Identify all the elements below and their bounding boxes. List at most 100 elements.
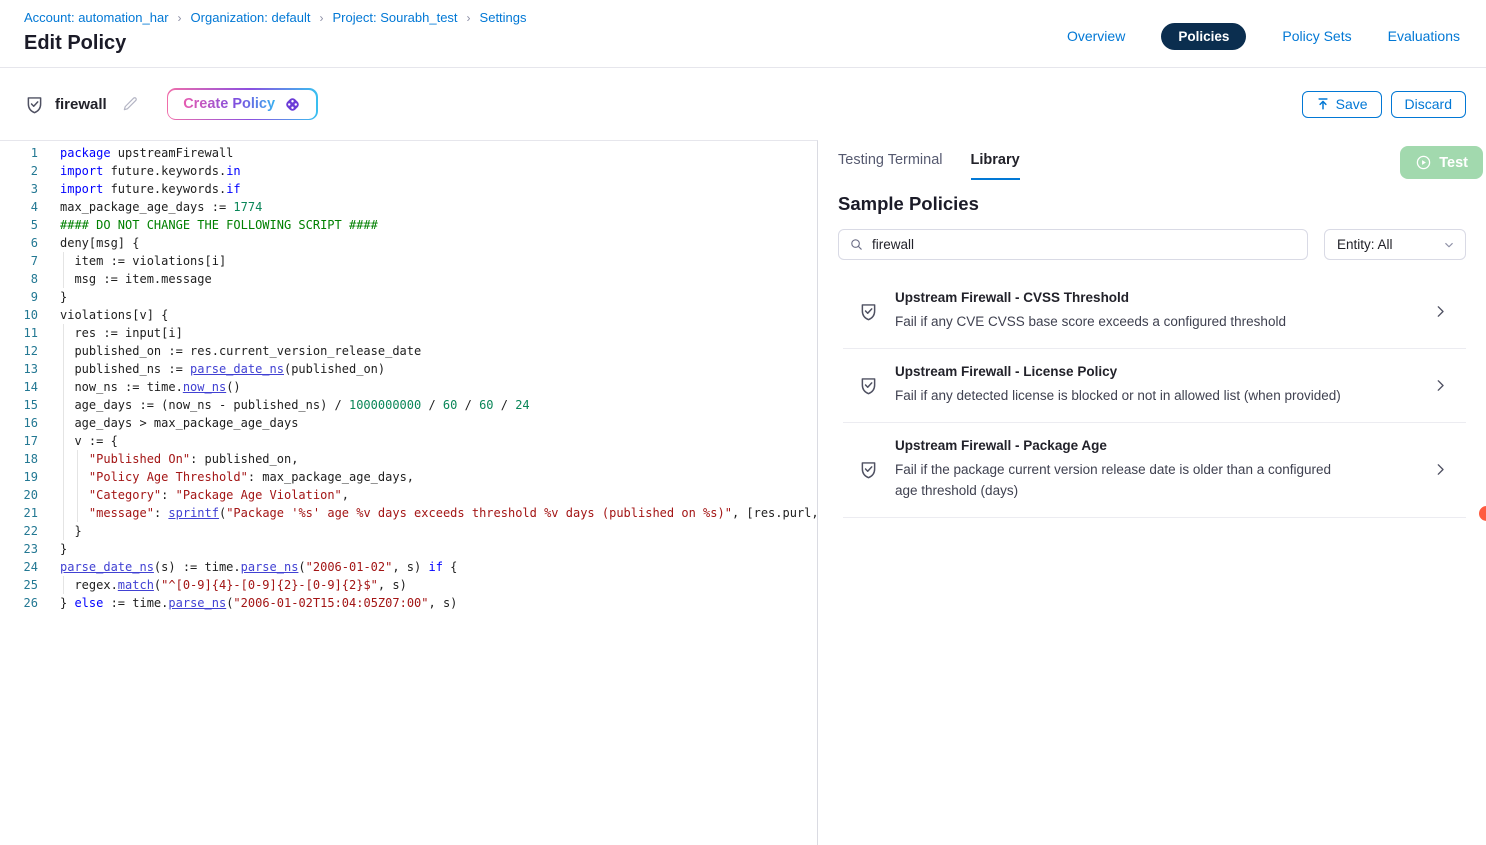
line-number: 10 xyxy=(0,306,38,324)
indent-guide xyxy=(77,468,78,486)
edit-pencil-icon[interactable] xyxy=(121,95,139,113)
policy-title: Upstream Firewall - License Policy xyxy=(895,364,1433,379)
code-line: 14 now_ns := time.now_ns() xyxy=(0,378,817,396)
policy-list-item[interactable]: Upstream Firewall - Package Age Fail if … xyxy=(838,423,1466,517)
search-input[interactable] xyxy=(872,237,1297,252)
aida-clover-icon xyxy=(284,96,301,113)
policy-shield-icon xyxy=(858,375,879,396)
notification-widget[interactable] xyxy=(1479,506,1486,521)
breadcrumb-separator: › xyxy=(178,11,182,25)
panel-tabs: Testing Terminal Library xyxy=(838,152,1466,180)
toolbar-left: firewall Create Policy xyxy=(24,88,318,120)
main-content: 1package upstreamFirewall2import future.… xyxy=(0,140,1486,845)
test-button[interactable]: Test xyxy=(1400,146,1483,179)
create-policy-button[interactable]: Create Policy xyxy=(167,88,318,120)
code-line: 13 published_ns := parse_date_ns(publish… xyxy=(0,360,817,378)
policy-description: Fail if the package current version rele… xyxy=(895,460,1350,502)
policy-title: Upstream Firewall - Package Age xyxy=(895,438,1433,453)
code-line: 24parse_date_ns(s) := time.parse_ns("200… xyxy=(0,558,817,576)
line-number: 2 xyxy=(0,162,38,180)
sample-policies-heading: Sample Policies xyxy=(838,193,1466,215)
indent-guide xyxy=(63,342,64,360)
breadcrumb-project[interactable]: Project: Sourabh_test xyxy=(333,10,458,25)
line-number: 20 xyxy=(0,486,38,504)
indent-guide xyxy=(63,270,64,288)
nav-overview[interactable]: Overview xyxy=(1067,28,1125,44)
indent-guide xyxy=(63,378,64,396)
indent-guide xyxy=(77,504,78,522)
code-line: 12 published_on := res.current_version_r… xyxy=(0,342,817,360)
line-number: 11 xyxy=(0,324,38,342)
policy-text: Upstream Firewall - License Policy Fail … xyxy=(895,364,1433,407)
line-number: 12 xyxy=(0,342,38,360)
indent-guide xyxy=(63,360,64,378)
indent-guide xyxy=(63,522,64,540)
line-number: 22 xyxy=(0,522,38,540)
search-icon xyxy=(849,237,864,252)
code-line: 16 age_days > max_package_age_days xyxy=(0,414,817,432)
line-number: 16 xyxy=(0,414,38,432)
indent-guide xyxy=(77,486,78,504)
indent-guide xyxy=(63,450,64,468)
breadcrumb-separator: › xyxy=(467,11,471,25)
code-line: 5#### DO NOT CHANGE THE FOLLOWING SCRIPT… xyxy=(0,216,817,234)
code-lines: 1package upstreamFirewall2import future.… xyxy=(0,144,817,612)
code-line: 2import future.keywords.in xyxy=(0,162,817,180)
tab-testing-terminal[interactable]: Testing Terminal xyxy=(838,152,943,180)
code-line: 10violations[v] { xyxy=(0,306,817,324)
line-number: 17 xyxy=(0,432,38,450)
policy-title: Upstream Firewall - CVSS Threshold xyxy=(895,290,1433,305)
top-nav: Overview Policies Policy Sets Evaluation… xyxy=(1067,22,1460,50)
chevron-right-icon[interactable] xyxy=(1433,304,1448,319)
policy-list-item[interactable]: Upstream Firewall - CVSS Threshold Fail … xyxy=(838,275,1466,348)
entity-filter-select[interactable]: Entity: All xyxy=(1324,229,1466,260)
indent-guide xyxy=(63,252,64,270)
code-line: 23} xyxy=(0,540,817,558)
code-line: 19 "Policy Age Threshold": max_package_a… xyxy=(0,468,817,486)
search-box[interactable] xyxy=(838,229,1308,260)
breadcrumb-settings[interactable]: Settings xyxy=(480,10,527,25)
chevron-down-icon xyxy=(1442,238,1456,252)
line-number: 23 xyxy=(0,540,38,558)
nav-evaluations[interactable]: Evaluations xyxy=(1388,28,1460,44)
save-label: Save xyxy=(1336,96,1368,112)
indent-guide xyxy=(63,504,64,522)
nav-policies[interactable]: Policies xyxy=(1161,23,1246,50)
code-line: 15 age_days := (now_ns - published_ns) /… xyxy=(0,396,817,414)
breadcrumb-account[interactable]: Account: automation_har xyxy=(24,10,169,25)
policy-text: Upstream Firewall - Package Age Fail if … xyxy=(895,438,1433,502)
page-title: Edit Policy xyxy=(24,32,527,55)
code-line: 3import future.keywords.if xyxy=(0,180,817,198)
chevron-right-icon[interactable] xyxy=(1433,378,1448,393)
save-button[interactable]: Save xyxy=(1302,91,1382,118)
play-circle-icon xyxy=(1415,154,1432,171)
nav-policy-sets[interactable]: Policy Sets xyxy=(1282,28,1351,44)
line-number: 1 xyxy=(0,144,38,162)
chevron-right-icon[interactable] xyxy=(1433,462,1448,477)
page-header: Account: automation_har › Organization: … xyxy=(0,0,1486,68)
line-number: 9 xyxy=(0,288,38,306)
header-left: Account: automation_har › Organization: … xyxy=(24,10,527,67)
entity-filter-value: Entity: All xyxy=(1337,237,1393,252)
discard-button[interactable]: Discard xyxy=(1391,91,1466,118)
code-editor[interactable]: 1package upstreamFirewall2import future.… xyxy=(0,140,818,845)
tab-library[interactable]: Library xyxy=(971,152,1020,180)
code-line: 17 v := { xyxy=(0,432,817,450)
indent-guide xyxy=(63,432,64,450)
line-number: 19 xyxy=(0,468,38,486)
policy-list-item[interactable]: Upstream Firewall - License Policy Fail … xyxy=(838,349,1466,422)
discard-label: Discard xyxy=(1405,96,1452,112)
code-line: 18 "Published On": published_on, xyxy=(0,450,817,468)
line-number: 15 xyxy=(0,396,38,414)
breadcrumb-organization[interactable]: Organization: default xyxy=(191,10,311,25)
upload-icon xyxy=(1316,97,1330,111)
line-number: 25 xyxy=(0,576,38,594)
line-number: 14 xyxy=(0,378,38,396)
toolbar-right: Save Discard xyxy=(1302,91,1466,118)
line-number: 24 xyxy=(0,558,38,576)
line-number: 6 xyxy=(0,234,38,252)
policy-description: Fail if any CVE CVSS base score exceeds … xyxy=(895,312,1350,333)
code-line: 20 "Category": "Package Age Violation", xyxy=(0,486,817,504)
code-line: 4max_package_age_days := 1774 xyxy=(0,198,817,216)
code-line: 22 } xyxy=(0,522,817,540)
